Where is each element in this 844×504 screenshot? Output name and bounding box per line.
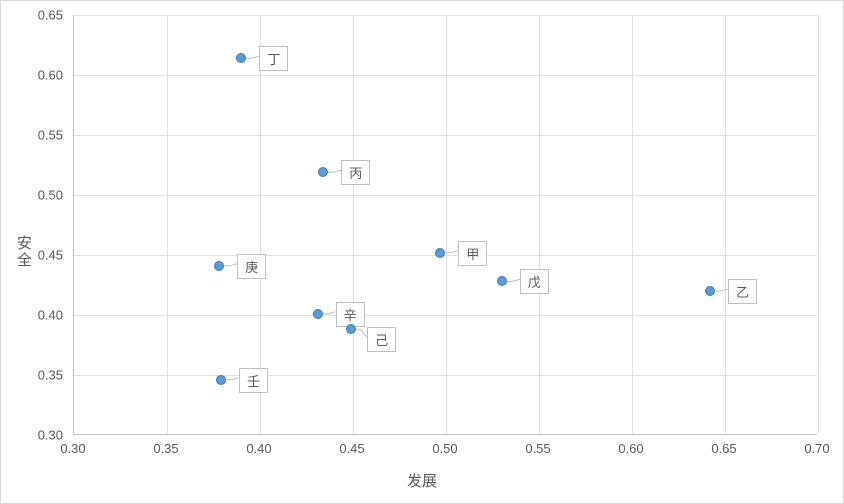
y-tick-label: 0.65 (9, 8, 63, 23)
x-tick-label: 0.50 (420, 441, 470, 456)
data-point (236, 53, 246, 63)
data-label: 丙 (341, 160, 370, 185)
data-point (216, 375, 226, 385)
data-label: 戊 (520, 269, 549, 294)
x-tick-label: 0.40 (234, 441, 284, 456)
y-tick-label: 0.50 (9, 188, 63, 203)
data-point (214, 261, 224, 271)
x-tick-label: 0.30 (48, 441, 98, 456)
y-tick-label: 0.45 (9, 248, 63, 263)
y-tick-label: 0.55 (9, 128, 63, 143)
plot-area: 丁丙甲戊 乙 庚辛己壬 (73, 15, 817, 435)
data-label: 甲 (458, 241, 487, 266)
data-point (346, 324, 356, 334)
data-label: 壬 (239, 368, 268, 393)
gridline-v (353, 15, 354, 434)
x-tick-label: 0.65 (699, 441, 749, 456)
data-point (705, 286, 715, 296)
y-tick-label: 0.40 (9, 308, 63, 323)
gridline-v (167, 15, 168, 434)
data-point (435, 248, 445, 258)
data-label: 乙 (728, 279, 757, 304)
y-tick-label: 0.35 (9, 368, 63, 383)
chart-container: 丁丙甲戊乙庚辛己壬 安全 发展 0.300.350.400.450.500.55… (0, 0, 844, 504)
x-tick-label: 0.45 (327, 441, 377, 456)
gridline-v (446, 15, 447, 434)
x-tick-label: 0.70 (792, 441, 842, 456)
data-label: 丁 (259, 46, 288, 71)
data-point (313, 309, 323, 319)
data-label: 己 (367, 327, 396, 352)
x-tick-label: 0.60 (606, 441, 656, 456)
gridline-v (725, 15, 726, 434)
y-tick-label: 0.60 (9, 68, 63, 83)
gridline-v (818, 15, 819, 434)
data-label: 辛 (336, 302, 365, 327)
x-tick-label: 0.35 (141, 441, 191, 456)
x-tick-label: 0.55 (513, 441, 563, 456)
data-point (318, 167, 328, 177)
data-label: 庚 (237, 254, 266, 279)
gridline-v (632, 15, 633, 434)
gridline-v (539, 15, 540, 434)
x-axis-label: 发展 (407, 470, 437, 491)
data-point (497, 276, 507, 286)
